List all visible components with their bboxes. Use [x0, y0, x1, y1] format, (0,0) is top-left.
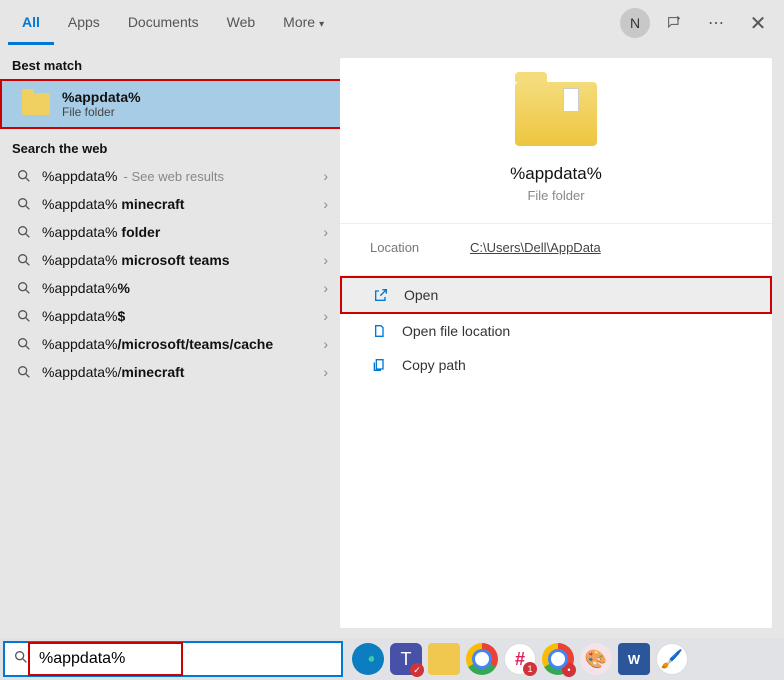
tab-all[interactable]: All — [8, 2, 54, 45]
search-icon — [16, 280, 32, 296]
search-icon — [16, 168, 32, 184]
preview-subtitle: File folder — [527, 188, 584, 203]
search-input[interactable] — [39, 650, 333, 668]
result-text: %appdata%/microsoft/teams/cache — [42, 336, 273, 352]
result-hint: - See web results — [124, 169, 224, 184]
taskbar-tool-icon[interactable]: 🎨 — [580, 643, 612, 675]
open-icon — [372, 286, 390, 304]
chevron-right-icon: › — [323, 252, 328, 268]
search-icon — [16, 252, 32, 268]
web-result-1[interactable]: %appdata% minecraft › — [0, 190, 340, 218]
taskbar-teams-icon[interactable]: T✓ — [390, 643, 422, 675]
preview-panel: %appdata% File folder Location C:\Users\… — [340, 58, 772, 628]
taskbar-search[interactable] — [3, 641, 343, 677]
file-location-icon — [370, 322, 388, 340]
result-text: %appdata%$ — [42, 308, 125, 324]
search-icon — [13, 649, 29, 670]
result-text: %appdata%/minecraft — [42, 364, 184, 380]
result-text: %appdata%% — [42, 280, 130, 296]
location-path[interactable]: C:\Users\Dell\AppData — [470, 240, 601, 255]
taskbar-chrome-icon[interactable] — [466, 643, 498, 675]
best-match-title: %appdata% — [62, 89, 141, 105]
search-icon — [16, 308, 32, 324]
user-avatar[interactable]: N — [620, 8, 650, 38]
preview-location: Location C:\Users\Dell\AppData — [340, 223, 772, 275]
result-text: %appdata% — [42, 168, 118, 184]
tab-documents[interactable]: Documents — [114, 2, 213, 45]
web-result-0[interactable]: %appdata% - See web results › — [0, 162, 340, 190]
folder-icon-large — [515, 82, 597, 146]
web-result-6[interactable]: %appdata%/microsoft/teams/cache › — [0, 330, 340, 358]
copy-icon — [370, 356, 388, 374]
chevron-right-icon: › — [323, 280, 328, 296]
search-icon — [16, 196, 32, 212]
taskbar-slack-icon[interactable]: 1 — [504, 643, 536, 675]
web-result-4[interactable]: %appdata%% › — [0, 274, 340, 302]
folder-icon — [22, 93, 50, 115]
tab-web[interactable]: Web — [213, 2, 270, 45]
feedback-icon[interactable] — [656, 5, 692, 41]
section-best-match: Best match — [0, 46, 340, 79]
action-open[interactable]: Open — [340, 276, 772, 314]
result-text: %appdata% folder — [42, 224, 160, 240]
taskbar-explorer-icon[interactable] — [428, 643, 460, 675]
location-label: Location — [370, 240, 470, 255]
close-icon[interactable]: ✕ — [740, 5, 776, 41]
tab-more[interactable]: More▾ — [269, 2, 338, 45]
web-result-3[interactable]: %appdata% microsoft teams › — [0, 246, 340, 274]
search-icon — [16, 364, 32, 380]
taskbar-chrome2-icon[interactable]: • — [542, 643, 574, 675]
left-results-panel: Best match %appdata% File folder Search … — [0, 46, 340, 628]
taskbar-word-icon[interactable]: W — [618, 643, 650, 675]
web-result-2[interactable]: %appdata% folder › — [0, 218, 340, 246]
tab-apps[interactable]: Apps — [54, 2, 114, 45]
taskbar: T✓ 1 • 🎨 W 🖌️ — [0, 638, 784, 680]
action-open-location[interactable]: Open file location — [340, 314, 772, 348]
search-icon — [16, 224, 32, 240]
web-result-5[interactable]: %appdata%$ › — [0, 302, 340, 330]
chevron-right-icon: › — [323, 168, 328, 184]
chevron-right-icon: › — [323, 196, 328, 212]
result-text: %appdata% minecraft — [42, 196, 184, 212]
chevron-right-icon: › — [323, 364, 328, 380]
search-icon — [16, 336, 32, 352]
preview-title: %appdata% — [510, 164, 602, 184]
best-match-result[interactable]: %appdata% File folder — [0, 79, 340, 129]
result-text: %appdata% microsoft teams — [42, 252, 230, 268]
web-result-7[interactable]: %appdata%/minecraft › — [0, 358, 340, 386]
taskbar-paint-icon[interactable]: 🖌️ — [656, 643, 688, 675]
best-match-subtitle: File folder — [62, 105, 141, 119]
chevron-right-icon: › — [323, 336, 328, 352]
more-options-icon[interactable]: ⋯ — [698, 5, 734, 41]
chevron-right-icon: › — [323, 224, 328, 240]
taskbar-edge-icon[interactable] — [352, 643, 384, 675]
chevron-right-icon: › — [323, 308, 328, 324]
action-copy-path[interactable]: Copy path — [340, 348, 772, 382]
top-tabs: All Apps Documents Web More▾ N ⋯ ✕ — [0, 0, 784, 46]
section-search-web: Search the web — [0, 129, 340, 162]
chevron-down-icon: ▾ — [319, 19, 324, 30]
